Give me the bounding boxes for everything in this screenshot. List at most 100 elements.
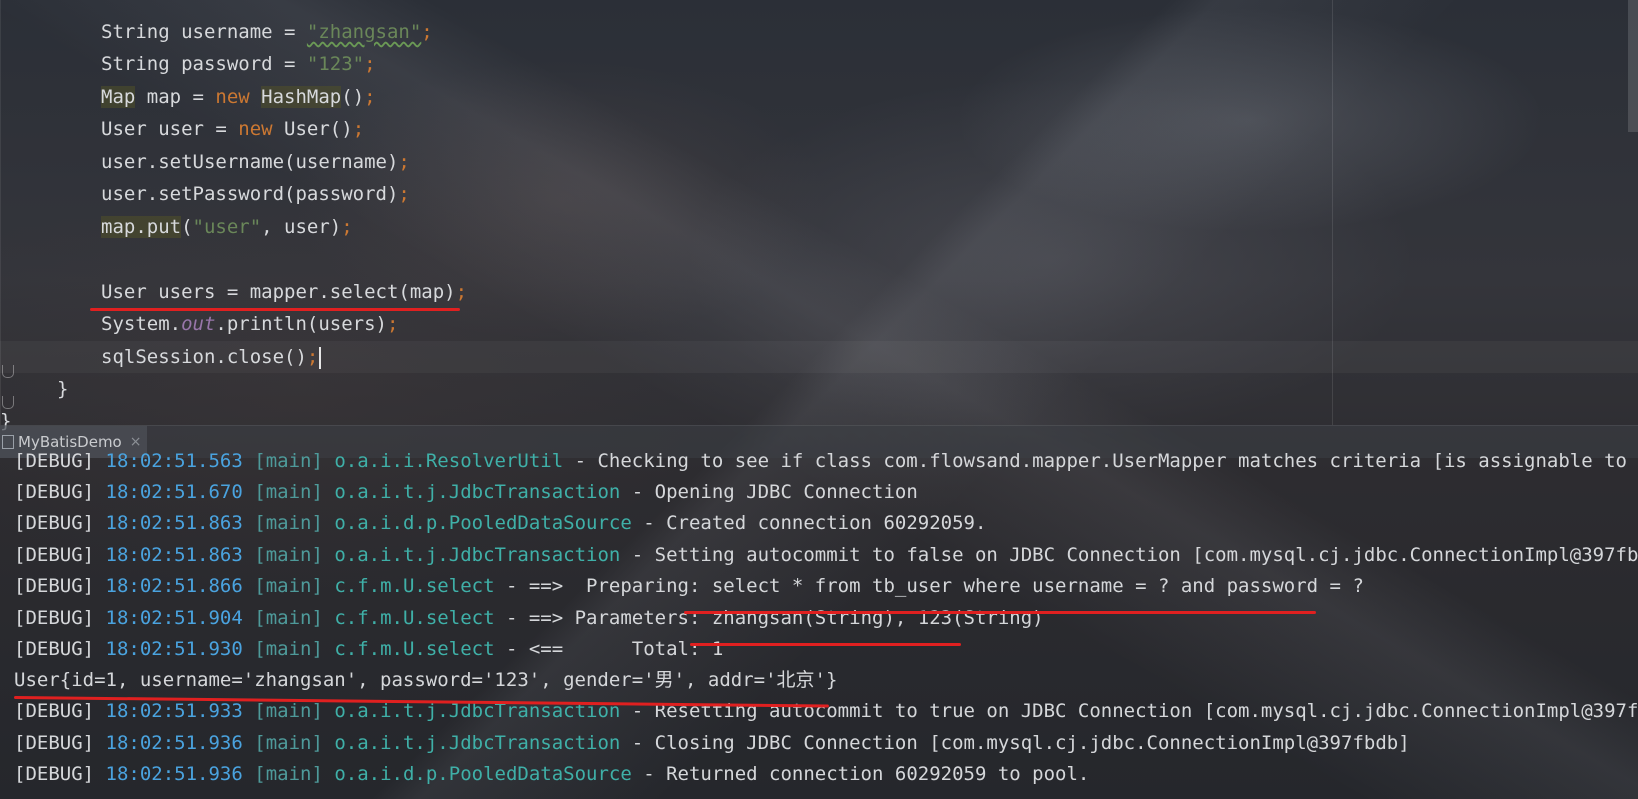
log-level: [DEBUG] bbox=[14, 575, 95, 597]
code-line: User users = mapper.select(map); bbox=[101, 276, 467, 308]
code-token: ; bbox=[398, 151, 410, 173]
editor-scrollbar[interactable] bbox=[1628, 0, 1638, 132]
code-line: System.out.println(users); bbox=[101, 308, 398, 340]
log-message: - <== Total: 1 bbox=[494, 638, 724, 660]
console-line: [DEBUG] 18:02:51.936 [main] o.a.i.d.p.Po… bbox=[14, 758, 1089, 790]
log-thread: [main] bbox=[254, 700, 323, 722]
code-token: "123" bbox=[306, 53, 365, 75]
code-line: Map map = new HashMap(); bbox=[101, 81, 376, 113]
log-thread: [main] bbox=[254, 638, 323, 660]
code-line: } bbox=[57, 373, 68, 405]
log-timestamp: 18:02:51.933 bbox=[105, 700, 243, 722]
log-level: [DEBUG] bbox=[14, 700, 95, 722]
code-token: ; bbox=[455, 281, 468, 303]
annotation-underline bbox=[690, 643, 961, 646]
log-logger: c.f.m.U.select bbox=[334, 575, 495, 597]
console-line: [DEBUG] 18:02:51.866 [main] c.f.m.U.sele… bbox=[14, 570, 1364, 602]
console-line: [DEBUG] 18:02:51.670 [main] o.a.i.t.j.Jd… bbox=[14, 476, 918, 508]
code-token: ; bbox=[341, 216, 353, 238]
console-line: [DEBUG] 18:02:51.863 [main] o.a.i.d.p.Po… bbox=[14, 507, 986, 539]
console-line: User{id=1, username='zhangsan', password… bbox=[14, 664, 837, 696]
code-token: String username = bbox=[101, 21, 307, 43]
code-line: String username = "zhangsan"; bbox=[101, 16, 433, 48]
log-timestamp: 18:02:51.936 bbox=[105, 732, 243, 754]
log-thread: [main] bbox=[254, 575, 323, 597]
code-token: User user = bbox=[101, 118, 239, 140]
log-thread: [main] bbox=[254, 607, 323, 629]
console-output-text: User{id=1, username='zhangsan', password… bbox=[14, 669, 838, 691]
log-level: [DEBUG] bbox=[14, 732, 95, 754]
log-logger: o.a.i.i.ResolverUtil bbox=[334, 450, 564, 472]
console-line: [DEBUG] 18:02:51.904 [main] c.f.m.U.sele… bbox=[14, 602, 1044, 634]
log-level: [DEBUG] bbox=[14, 638, 95, 660]
run-console[interactable]: [DEBUG] 18:02:51.563 [main] o.a.i.i.Reso… bbox=[0, 447, 1638, 799]
console-line: [DEBUG] 18:02:51.930 [main] c.f.m.U.sele… bbox=[14, 633, 723, 665]
log-timestamp: 18:02:51.670 bbox=[105, 481, 243, 503]
log-timestamp: 18:02:51.563 bbox=[105, 450, 243, 472]
code-token: ; bbox=[398, 183, 410, 205]
log-timestamp: 18:02:51.936 bbox=[105, 763, 243, 785]
log-logger: o.a.i.d.p.PooledDataSource bbox=[334, 763, 632, 785]
code-token: user.setUsername(username) bbox=[101, 151, 399, 173]
code-token: , user) bbox=[261, 216, 342, 238]
code-token: User() bbox=[284, 118, 353, 140]
code-token: "user" bbox=[192, 216, 262, 238]
fold-icon[interactable] bbox=[2, 365, 14, 378]
code-token: ; bbox=[352, 118, 365, 140]
log-thread: [main] bbox=[254, 732, 323, 754]
code-token: ; bbox=[364, 86, 376, 108]
log-level: [DEBUG] bbox=[14, 544, 95, 566]
code-token: user.setPassword(password) bbox=[101, 183, 399, 205]
code-token: out bbox=[181, 313, 216, 335]
code-token: System. bbox=[101, 313, 182, 335]
code-token: map = bbox=[135, 86, 216, 108]
code-line: user.setPassword(password); bbox=[101, 178, 410, 210]
code-token: Map bbox=[101, 86, 136, 108]
code-token: "zhangsan" bbox=[306, 21, 422, 43]
log-logger: o.a.i.t.j.JdbcTransaction bbox=[334, 732, 621, 754]
log-message: - Created connection 60292059. bbox=[631, 512, 987, 534]
console-line: [DEBUG] 18:02:51.936 [main] o.a.i.t.j.Jd… bbox=[14, 727, 1410, 759]
code-token: ; bbox=[364, 53, 376, 75]
log-logger: c.f.m.U.select bbox=[334, 607, 495, 629]
code-token: .println(users) bbox=[215, 313, 387, 335]
text-caret bbox=[319, 346, 322, 369]
log-thread: [main] bbox=[254, 544, 323, 566]
log-message: - Returned connection 60292059 to pool. bbox=[631, 763, 1090, 785]
code-token: ; bbox=[387, 313, 399, 335]
code-line: sqlSession.close(); bbox=[101, 341, 322, 373]
log-level: [DEBUG] bbox=[14, 607, 95, 629]
log-level: [DEBUG] bbox=[14, 450, 95, 472]
code-line: String password = "123"; bbox=[101, 48, 376, 80]
log-thread: [main] bbox=[254, 512, 323, 534]
log-thread: [main] bbox=[254, 450, 323, 472]
code-token: new bbox=[215, 86, 262, 108]
code-line: User user = new User(); bbox=[101, 113, 364, 145]
log-thread: [main] bbox=[254, 763, 323, 785]
code-token: User users = mapper.select(map) bbox=[101, 281, 456, 303]
code-token: () bbox=[341, 86, 365, 108]
code-editor[interactable]: String username = "zhangsan"; String pass… bbox=[0, 0, 1638, 432]
code-line: user.setUsername(username); bbox=[101, 146, 410, 178]
code-line: map.put("user", user); bbox=[101, 211, 353, 243]
annotation-underline bbox=[90, 308, 460, 311]
annotation-underline bbox=[684, 611, 1316, 614]
log-logger: o.a.i.t.j.JdbcTransaction bbox=[334, 481, 621, 503]
console-line: [DEBUG] 18:02:51.563 [main] o.a.i.i.Reso… bbox=[14, 447, 1638, 477]
code-token: ; bbox=[306, 346, 319, 368]
log-timestamp: 18:02:51.863 bbox=[105, 512, 243, 534]
log-level: [DEBUG] bbox=[14, 763, 95, 785]
code-token: String password = bbox=[101, 53, 307, 75]
log-message: - Closing JDBC Connection [com.mysql.cj.… bbox=[620, 732, 1410, 754]
log-message: - ==> Preparing: select * from tb_user w… bbox=[494, 575, 1364, 597]
log-timestamp: 18:02:51.904 bbox=[105, 607, 243, 629]
log-timestamp: 18:02:51.866 bbox=[105, 575, 243, 597]
code-token: HashMap bbox=[261, 86, 342, 108]
log-logger: o.a.i.t.j.JdbcTransaction bbox=[334, 544, 621, 566]
log-level: [DEBUG] bbox=[14, 512, 95, 534]
code-token: new bbox=[238, 118, 285, 140]
console-line: [DEBUG] 18:02:51.863 [main] o.a.i.t.j.Jd… bbox=[14, 539, 1638, 571]
log-timestamp: 18:02:51.863 bbox=[105, 544, 243, 566]
code-token: } bbox=[57, 378, 69, 400]
log-thread: [main] bbox=[254, 481, 323, 503]
